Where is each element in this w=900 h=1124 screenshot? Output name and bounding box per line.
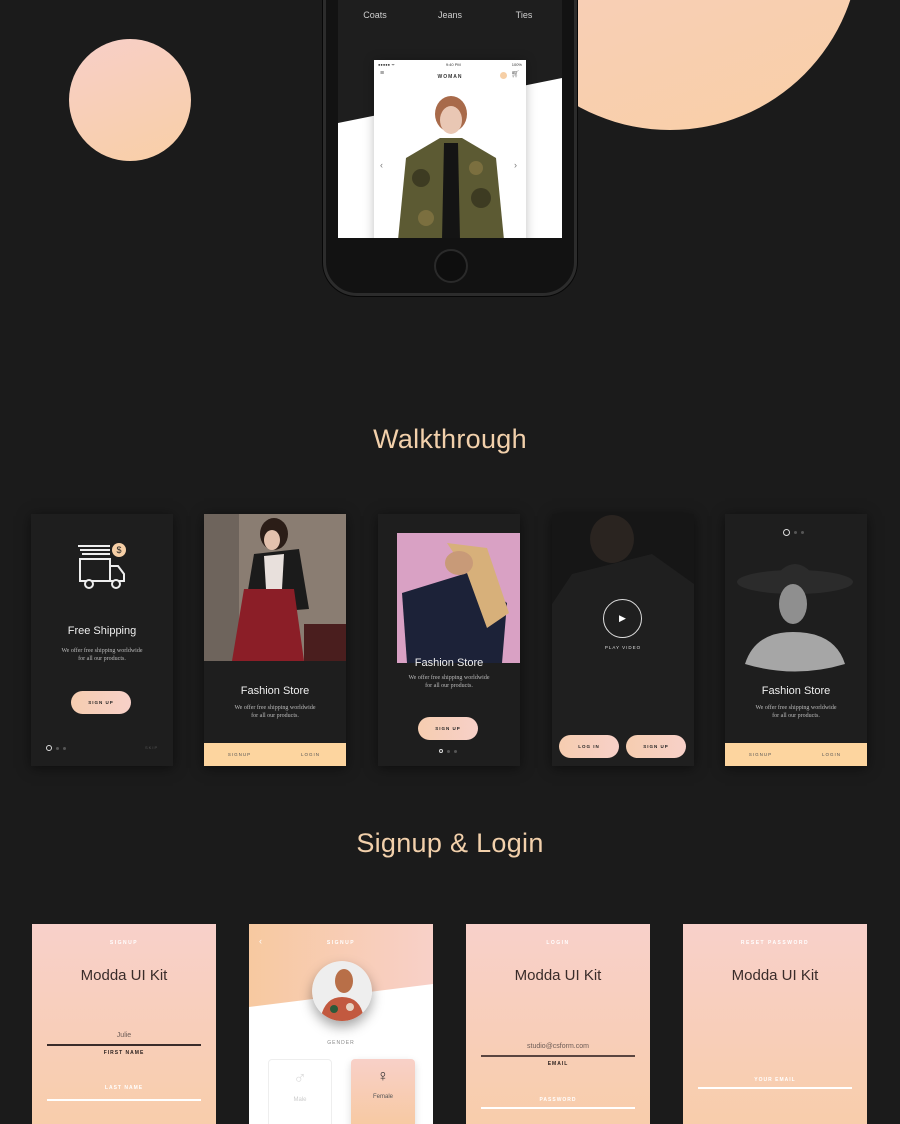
skip-link[interactable]: SKIP bbox=[145, 745, 158, 750]
male-icon: ♂ bbox=[293, 1068, 307, 1088]
signup-screen: SIGNUP Modda UI Kit Julie FIRST NAME LAS… bbox=[32, 924, 216, 1124]
app-title: Modda UI Kit bbox=[731, 967, 819, 984]
model-photo bbox=[398, 96, 504, 238]
email-label: EMAIL bbox=[547, 1061, 569, 1067]
female-option[interactable]: ♀ Female bbox=[351, 1059, 415, 1124]
walkthrough-card-fashion-store-2: Fashion Store We offer free shipping wor… bbox=[378, 514, 520, 766]
input-underline bbox=[481, 1107, 635, 1109]
time: 9:40 PM bbox=[445, 62, 461, 67]
svg-text:$: $ bbox=[116, 545, 121, 555]
card-title: Fashion Store bbox=[761, 685, 831, 697]
sign-up-button[interactable]: SIGN UP bbox=[418, 717, 478, 740]
home-button bbox=[434, 249, 468, 283]
input-underline bbox=[47, 1044, 201, 1046]
last-name-input[interactable]: LAST NAME bbox=[32, 1085, 216, 1091]
card-subtitle: We offer free shipping worldwide for all … bbox=[378, 674, 520, 690]
subtitle-line: for all our products. bbox=[251, 713, 299, 720]
tab-ties[interactable]: Ties bbox=[494, 10, 554, 20]
login-button[interactable]: LOGIN bbox=[796, 743, 867, 766]
input-underline bbox=[481, 1055, 635, 1057]
app-title: Modda UI Kit bbox=[514, 967, 602, 984]
signup-button[interactable]: SIGNUP bbox=[204, 743, 275, 766]
card-subtitle: We offer free shipping worldwide for all … bbox=[204, 704, 346, 720]
subtitle-line: We offer free shipping worldwide bbox=[408, 675, 490, 681]
screen-header: SIGNUP bbox=[326, 940, 356, 946]
screen-header: RESET PASSWORD bbox=[740, 940, 810, 946]
login-screen: LOGIN Modda UI Kit studio@csform.com EMA… bbox=[466, 924, 650, 1124]
input-underline bbox=[47, 1099, 201, 1101]
subtitle-line: for all our products. bbox=[772, 713, 820, 720]
page-dots[interactable] bbox=[783, 529, 804, 536]
first-name-input[interactable]: Julie bbox=[32, 1032, 216, 1039]
walkthrough-card-free-shipping: $ Free Shipping We offer free shipping w… bbox=[31, 514, 173, 766]
page-dots[interactable] bbox=[439, 749, 457, 753]
login-button[interactable]: LOGIN bbox=[275, 743, 346, 766]
next-arrow[interactable]: › bbox=[514, 160, 517, 170]
fashion-photo bbox=[204, 514, 346, 661]
card-subtitle: We offer free shipping worldwide for all … bbox=[31, 647, 173, 663]
phone-mockup: Coats Jeans Ties ●●●●● ᯤ 9:40 PM 100% ≡ WO… bbox=[323, 0, 577, 296]
play-button[interactable]: ▶ bbox=[603, 599, 642, 638]
walkthrough-card-fashion-store-3: Fashion Store We offer free shipping wor… bbox=[725, 514, 867, 766]
product-screen: ●●●●● ᯤ 9:40 PM 100% ≡ WOMAN 🛒︎ ‹ › bbox=[374, 60, 526, 238]
signup-login-heading: Signup & Login bbox=[356, 828, 544, 858]
email-input[interactable]: YOUR EMAIL bbox=[683, 1077, 867, 1083]
signup-button[interactable]: SIGNUP bbox=[725, 743, 796, 766]
play-icon: ▶ bbox=[619, 613, 626, 623]
decorative-circle bbox=[69, 39, 191, 161]
hamburger-icon[interactable]: ≡ bbox=[380, 70, 384, 77]
carrier: ●●●●● ᯤ bbox=[378, 62, 395, 67]
female-label: Female bbox=[372, 1094, 393, 1100]
tab-coats[interactable]: Coats bbox=[345, 10, 405, 20]
sign-up-button[interactable]: SIGN UP bbox=[71, 691, 131, 714]
app-title: Modda UI Kit bbox=[80, 967, 168, 984]
male-option[interactable]: ♂ Male bbox=[268, 1059, 332, 1124]
card-title: Fashion Store bbox=[240, 685, 310, 697]
reset-password-screen: RESET PASSWORD Modda UI Kit YOUR EMAIL bbox=[683, 924, 867, 1124]
screen-header: LOGIN bbox=[546, 940, 570, 946]
play-video-label: PLAY VIDEO bbox=[604, 645, 642, 650]
subtitle-line: for all our products. bbox=[78, 656, 126, 663]
page-dots[interactable] bbox=[46, 745, 66, 751]
walkthrough-card-fashion-store: Fashion Store We offer free shipping wor… bbox=[204, 514, 346, 766]
walkthrough-card-video: ▶ PLAY VIDEO LOG IN SIGN UP bbox=[552, 514, 694, 766]
log-in-button[interactable]: LOG IN bbox=[559, 735, 619, 758]
tab-jeans[interactable]: Jeans bbox=[420, 10, 480, 20]
subtitle-line: We offer free shipping worldwide bbox=[61, 648, 143, 654]
subtitle-line: We offer free shipping worldwide bbox=[755, 705, 837, 711]
cart-icon[interactable]: 🛒︎ bbox=[511, 70, 520, 78]
fashion-photo bbox=[397, 533, 520, 663]
input-underline bbox=[698, 1087, 852, 1089]
walkthrough-heading: Walkthrough bbox=[373, 424, 527, 454]
screen-header: SIGNUP bbox=[109, 940, 139, 946]
sign-up-button[interactable]: SIGN UP bbox=[626, 735, 686, 758]
profile-avatar[interactable] bbox=[312, 961, 372, 1021]
auth-bar: SIGNUP LOGIN bbox=[204, 743, 346, 766]
truck-dollar-icon: $ bbox=[78, 543, 126, 589]
battery: 100% bbox=[511, 62, 522, 67]
status-bar: ●●●●● ᯤ 9:40 PM 100% bbox=[374, 60, 526, 70]
gender-label: GENDER bbox=[327, 1040, 355, 1046]
male-label: Male bbox=[293, 1097, 307, 1103]
subtitle-line: for all our products. bbox=[425, 683, 473, 690]
phone-screen: Coats Jeans Ties ●●●●● ᯤ 9:40 PM 100% ≡ WO… bbox=[338, 0, 562, 238]
female-icon: ♀ bbox=[377, 1068, 389, 1085]
hat-model-photo bbox=[737, 564, 853, 672]
card-title: Fashion Store bbox=[414, 657, 484, 669]
back-button[interactable]: ‹ bbox=[259, 936, 262, 946]
gender-screen: SIGNUP ‹ GENDER ♂ Male ♀ Female bbox=[249, 924, 433, 1124]
subtitle-line: We offer free shipping worldwide bbox=[234, 705, 316, 711]
badge-icon bbox=[500, 72, 507, 79]
card-subtitle: We offer free shipping worldwide for all … bbox=[725, 704, 867, 720]
first-name-label: FIRST NAME bbox=[103, 1050, 145, 1056]
email-input[interactable]: studio@csform.com bbox=[466, 1043, 650, 1050]
password-input[interactable]: PASSWORD bbox=[466, 1097, 650, 1103]
card-title: Free Shipping bbox=[67, 625, 137, 637]
auth-bar: SIGNUP LOGIN bbox=[725, 743, 867, 766]
video-background-photo bbox=[552, 515, 694, 766]
prev-arrow[interactable]: ‹ bbox=[380, 160, 383, 170]
